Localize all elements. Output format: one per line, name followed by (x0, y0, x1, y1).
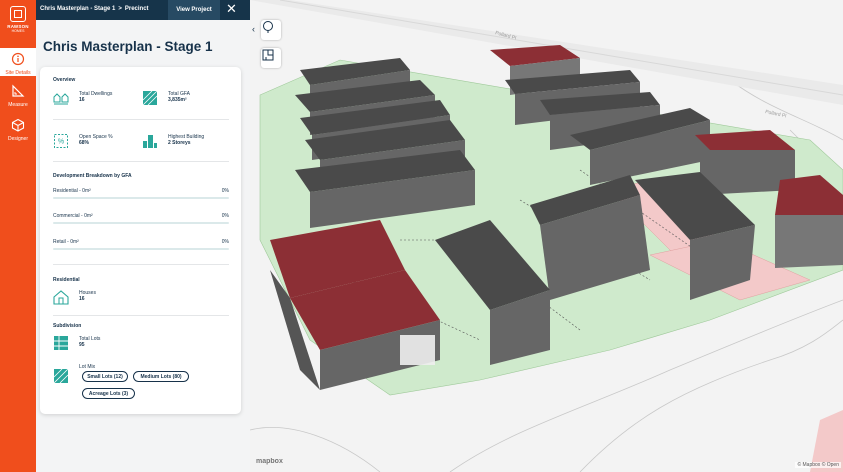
breadcrumb-project[interactable]: Chris Masterplan - Stage 1 (40, 6, 115, 12)
mapbox-logo[interactable]: mapbox (256, 458, 283, 465)
page-title: Chris Masterplan - Stage 1 (43, 39, 213, 54)
gfa-icon (142, 90, 158, 106)
tree-toggle-button[interactable] (261, 20, 281, 40)
lot-mix-icon (53, 368, 69, 384)
panel-header: Chris Masterplan - Stage 1 > Precinct View… (36, 0, 250, 20)
breadcrumb-location: Precinct (124, 6, 149, 12)
breakdown-row-commercial: Commercial - 0m² 0% (53, 213, 229, 224)
lots-icon (54, 336, 68, 350)
progress-bar (53, 197, 229, 199)
svg-text:%: % (58, 139, 64, 146)
brand-logo[interactable]: RAWSON HOMES (6, 6, 30, 36)
panel-body: Chris Masterplan - Stage 1 Overview Tota… (36, 20, 250, 472)
rail-item-site-details[interactable]: Site Details (0, 48, 36, 76)
close-icon[interactable]: ✕ (226, 2, 237, 16)
map-attribution[interactable]: © Mapbox © Open (795, 462, 841, 468)
floorplan-toggle-button[interactable] (261, 48, 281, 68)
site-details-panel: Chris Masterplan - Stage 1 > Precinct View… (36, 0, 250, 472)
breakdown-heading: Development Breakdown by GFA (53, 173, 132, 179)
rail-label: Designer (7, 136, 28, 142)
collapse-panel-icon[interactable]: ‹ (252, 24, 255, 34)
divider (53, 119, 229, 120)
app-window: RAWSON HOMES Site Details Measure Design… (0, 0, 843, 472)
progress-bar (53, 222, 229, 224)
info-icon (11, 52, 25, 66)
view-project-button[interactable]: View Project (168, 0, 220, 20)
dwellings-icon (53, 93, 69, 105)
subdivision-heading: Subdivision (53, 323, 82, 329)
overview-heading: Overview (53, 77, 76, 83)
breadcrumb: Chris Masterplan - Stage 1 > Precinct (40, 6, 149, 12)
summary-card: Overview Total Dwellings 16 Total GFA 3,… (40, 67, 241, 414)
chip-medium-lots[interactable]: Medium Lots (80) (133, 371, 189, 382)
divider (53, 264, 229, 265)
divider (53, 161, 229, 162)
house-icon (53, 290, 69, 305)
left-nav-rail: RAWSON HOMES Site Details Measure Design… (0, 0, 36, 472)
divider (53, 315, 229, 316)
cube-icon (11, 118, 25, 132)
open-space-icon: % (54, 134, 68, 148)
map-canvas[interactable]: Pollard Pl Pollard Pl (250, 0, 843, 472)
rail-label: Site Details (5, 70, 31, 76)
residential-heading: Residential (53, 277, 80, 283)
chip-acreage-lots[interactable]: Acreage Lots (3) (82, 388, 135, 399)
rail-label: Measure (8, 102, 28, 108)
building-icon (143, 135, 157, 148)
progress-bar (53, 248, 229, 250)
breakdown-row-residential: Residential - 0m² 0% (53, 188, 229, 199)
tree-icon (263, 21, 273, 33)
rail-item-measure[interactable]: Measure (0, 84, 36, 108)
measure-icon (12, 84, 25, 97)
breakdown-row-retail: Retail - 0m² 0% (53, 239, 229, 250)
map-view[interactable]: Pollard Pl Pollard Pl ‹ mapbox © Mapbox … (250, 0, 843, 472)
breadcrumb-separator-icon: > (118, 6, 122, 12)
rail-item-designer[interactable]: Designer (0, 118, 36, 142)
chip-small-lots[interactable]: Small Lots (12) (82, 371, 128, 382)
floorplan-icon (262, 49, 274, 61)
